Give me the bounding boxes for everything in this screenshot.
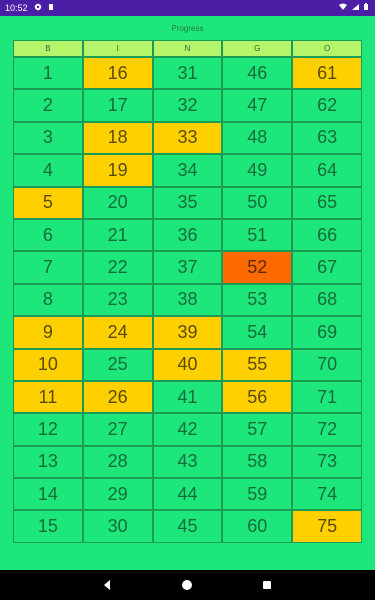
number-cell: 16 [82, 57, 153, 90]
number-cell: 19 [82, 154, 153, 187]
column-header: N [152, 40, 223, 57]
number-cell: 73 [292, 445, 362, 479]
number-cell: 37 [152, 251, 223, 284]
signal-icon [351, 3, 360, 14]
number-cell: 5 [13, 186, 83, 219]
number-cell: 12 [13, 413, 83, 446]
number-cell: 10 [13, 348, 83, 381]
number-cell: 7 [13, 251, 83, 284]
number-cell: 8 [13, 283, 83, 317]
number-cell: 23 [82, 283, 153, 317]
column-header: G [222, 40, 293, 57]
app-screen: Progress B I N G O 1 16 31 46 61 2 17 32 47 62 3 18… [0, 16, 375, 570]
number-cell: 11 [13, 380, 83, 414]
number-cell: 14 [13, 478, 83, 511]
number-cell: 42 [152, 413, 223, 446]
number-cell: 6 [13, 218, 83, 252]
number-cell: 29 [82, 478, 153, 511]
number-cell: 33 [152, 121, 223, 155]
number-cell: 43 [152, 445, 223, 479]
number-cell: 65 [292, 186, 362, 219]
number-cell: 9 [13, 316, 83, 349]
number-cell: 36 [152, 218, 223, 252]
number-cell: 13 [13, 445, 83, 479]
number-cell: 48 [222, 121, 293, 155]
number-cell: 66 [292, 218, 362, 252]
column-header: B [13, 40, 83, 57]
status-right [338, 3, 369, 14]
number-cell: 25 [82, 348, 153, 381]
number-cell: 70 [292, 348, 362, 381]
column-header-row: B I N G O [13, 40, 362, 57]
column-header: I [82, 40, 153, 57]
number-cell: 22 [82, 251, 153, 284]
number-cell: 54 [222, 316, 293, 349]
number-cell: 2 [13, 89, 83, 122]
number-cell: 63 [292, 121, 362, 155]
number-cell: 3 [13, 121, 83, 155]
number-cell: 30 [82, 510, 153, 543]
number-grid: 1 16 31 46 61 2 17 32 47 62 3 18 33 48 63 4 19 34 49 64 5 20 3… [13, 57, 362, 543]
home-icon[interactable] [179, 577, 195, 593]
battery-icon [363, 3, 369, 14]
number-cell: 74 [292, 478, 362, 511]
number-cell: 56 [222, 380, 293, 414]
number-cell: 40 [152, 348, 223, 381]
number-cell: 44 [152, 478, 223, 511]
number-cell: 46 [222, 57, 293, 90]
number-cell: 15 [13, 510, 83, 543]
number-cell: 24 [82, 316, 153, 349]
number-cell: 17 [82, 89, 153, 122]
number-cell: 72 [292, 413, 362, 446]
number-cell: 28 [82, 445, 153, 479]
number-cell: 64 [292, 154, 362, 187]
navigation-bar [0, 570, 375, 600]
number-cell: 55 [222, 348, 293, 381]
number-cell: 45 [152, 510, 223, 543]
number-cell: 52 [222, 251, 293, 284]
number-cell: 68 [292, 283, 362, 317]
number-cell: 26 [82, 380, 153, 414]
number-cell: 39 [152, 316, 223, 349]
number-cell: 31 [152, 57, 223, 90]
back-icon[interactable] [99, 577, 115, 593]
number-cell: 50 [222, 186, 293, 219]
sd-card-icon [47, 3, 55, 11]
number-cell: 34 [152, 154, 223, 187]
number-cell: 67 [292, 251, 362, 284]
number-cell: 21 [82, 218, 153, 252]
number-cell: 71 [292, 380, 362, 414]
number-cell: 41 [152, 380, 223, 414]
pin-icon [34, 3, 42, 11]
number-cell: 4 [13, 154, 83, 187]
number-cell: 57 [222, 413, 293, 446]
number-cell: 27 [82, 413, 153, 446]
number-cell: 62 [292, 89, 362, 122]
number-cell: 51 [222, 218, 293, 252]
number-cell: 60 [222, 510, 293, 543]
wifi-icon [338, 3, 348, 14]
number-cell: 20 [82, 186, 153, 219]
number-cell: 35 [152, 186, 223, 219]
recent-apps-icon[interactable] [259, 577, 275, 593]
number-cell: 69 [292, 316, 362, 349]
number-cell: 53 [222, 283, 293, 317]
number-cell: 18 [82, 121, 153, 155]
number-cell: 38 [152, 283, 223, 317]
number-cell: 61 [292, 57, 362, 90]
bingo-progress-grid: B I N G O 1 16 31 46 61 2 17 32 47 62 3 18 33 48 63 4 19… [13, 40, 362, 543]
status-time: 10:52 [5, 3, 28, 13]
column-header: O [292, 40, 362, 57]
number-cell: 32 [152, 89, 223, 122]
number-cell: 1 [13, 57, 83, 90]
number-cell: 49 [222, 154, 293, 187]
number-cell: 47 [222, 89, 293, 122]
page-title: Progress [171, 24, 204, 33]
status-bar: 10:52 [0, 0, 375, 16]
number-cell: 59 [222, 478, 293, 511]
number-cell: 58 [222, 445, 293, 479]
number-cell: 75 [292, 510, 362, 543]
